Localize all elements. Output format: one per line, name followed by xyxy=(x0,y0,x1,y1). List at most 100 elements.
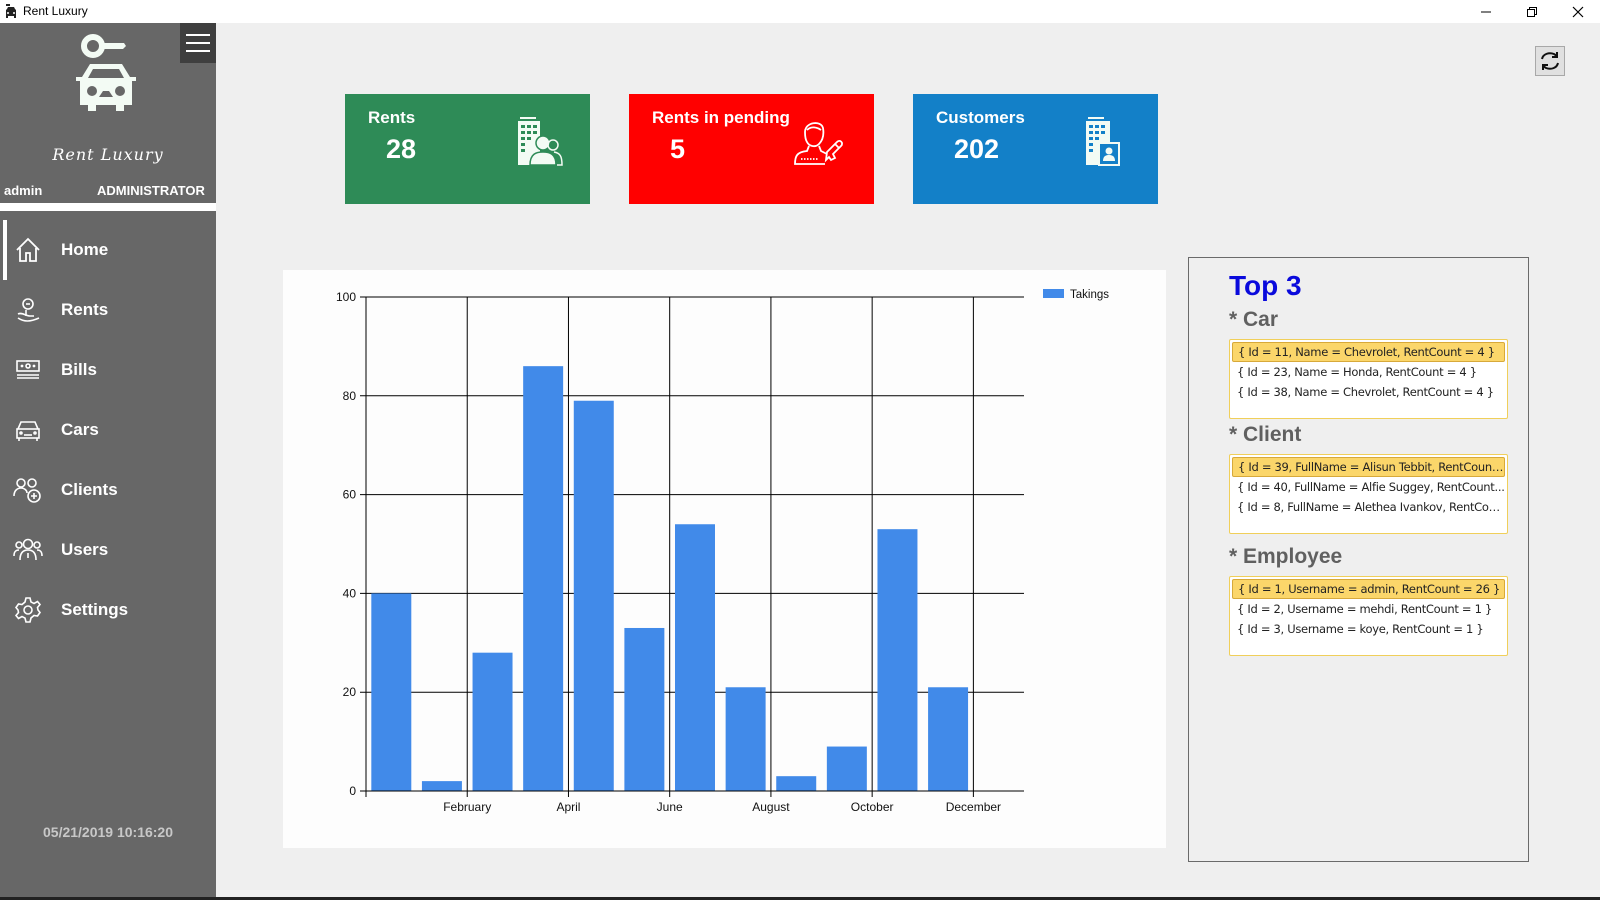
bar-january xyxy=(371,593,412,791)
refresh-icon xyxy=(1541,52,1559,70)
bar-march xyxy=(472,652,513,791)
top3-employee-title: * Employee xyxy=(1229,545,1343,568)
restore-icon xyxy=(1527,6,1537,17)
close-icon xyxy=(1572,6,1584,17)
list-item[interactable]: { Id = 3, Username = koye, RentCount = 1… xyxy=(1232,619,1505,639)
x-tick-label: February xyxy=(443,800,491,814)
y-tick-label: 80 xyxy=(343,389,357,403)
minimize-icon xyxy=(1481,11,1491,12)
bar-december xyxy=(928,687,969,791)
y-tick-label: 100 xyxy=(336,290,356,304)
card-title: Rents in pending xyxy=(652,108,790,127)
x-tick-label: December xyxy=(946,800,1001,814)
hamburger-icon-line xyxy=(186,34,210,36)
building-contact-icon xyxy=(1086,117,1120,166)
card-value: 5 xyxy=(670,134,686,164)
sidebar-item-label: Rents xyxy=(61,300,109,319)
rents-pending-card[interactable]: Rents in pending 5 xyxy=(629,94,874,204)
y-tick-label: 40 xyxy=(343,586,357,600)
list-item[interactable]: { Id = 39, FullName = Alisun Tebbit, Ren… xyxy=(1232,457,1505,477)
x-tick-label: October xyxy=(851,800,894,814)
refresh-button[interactable] xyxy=(1535,46,1565,76)
list-item[interactable]: { Id = 23, Name = Honda, RentCount = 4 } xyxy=(1232,362,1505,382)
x-tick-label: August xyxy=(752,800,790,814)
card-value: 28 xyxy=(386,134,417,164)
x-tick-label: June xyxy=(657,800,683,814)
bar-september xyxy=(776,776,817,791)
sidebar-item-label: Users xyxy=(61,540,109,559)
hamburger-icon-line xyxy=(186,50,210,52)
sidebar-item-rents[interactable]: Rents xyxy=(0,280,216,340)
bar-june xyxy=(624,627,665,791)
x-tick-label: April xyxy=(556,800,580,814)
card-title: Rents xyxy=(368,108,416,127)
list-item[interactable]: { Id = 38, Name = Chevrolet, RentCount =… xyxy=(1232,382,1505,402)
user-role: ADMINISTRATOR xyxy=(97,183,205,198)
sidebar-divider xyxy=(0,203,216,211)
building-people-icon xyxy=(518,117,563,166)
sidebar-item-label: Settings xyxy=(61,600,129,619)
user-name: admin xyxy=(4,183,43,198)
car-icon xyxy=(6,4,16,18)
list-item[interactable]: { Id = 1, Username = admin, RentCount = … xyxy=(1232,579,1505,599)
sidebar-item-settings[interactable]: Settings xyxy=(0,580,216,640)
hand-money-icon xyxy=(12,294,44,326)
bar-august xyxy=(725,687,766,791)
home-icon xyxy=(12,234,44,266)
bar-november xyxy=(877,529,918,791)
legend-swatch xyxy=(1043,289,1064,298)
sidebar-item-users[interactable]: Users xyxy=(0,520,216,580)
bar-october xyxy=(826,746,867,791)
takings-bar-chart: 0 20 40 60 80 100 February April June August Octob… xyxy=(336,289,1109,814)
bar-july xyxy=(675,524,715,791)
card-value: 202 xyxy=(954,134,1000,164)
bar-may xyxy=(573,400,614,791)
y-tick-label: 20 xyxy=(343,685,357,699)
list-item[interactable]: { Id = 40, FullName = Alfie Suggey, Rent… xyxy=(1232,477,1505,497)
top3-panel: Top 3 * Car { Id = 11, Name = Chevrolet,… xyxy=(1188,257,1529,862)
list-item[interactable]: { Id = 2, Username = mehdi, RentCount = … xyxy=(1232,599,1505,619)
card-title: Customers xyxy=(936,108,1025,127)
close-button[interactable] xyxy=(1555,0,1600,23)
hamburger-menu-button[interactable] xyxy=(180,23,216,63)
takings-chart-panel: 0 20 40 60 80 100 February April June August Octob… xyxy=(283,270,1166,848)
window-title: Rent Luxury xyxy=(23,4,88,18)
person-key-icon xyxy=(794,122,843,165)
customers-card[interactable]: Customers 202 xyxy=(913,94,1158,204)
bills-icon xyxy=(12,354,44,386)
bar-february xyxy=(421,781,462,791)
y-tick-label: 60 xyxy=(343,488,357,502)
sidebar-item-label: Home xyxy=(61,240,109,259)
sidebar-item-label: Clients xyxy=(61,480,118,499)
top3-title: Top 3 xyxy=(1229,270,1302,301)
top3-client-title: * Client xyxy=(1229,423,1302,446)
brand-name: Rent Luxury xyxy=(52,145,164,164)
rents-card[interactable]: Rents 28 xyxy=(345,94,590,204)
hamburger-icon-line xyxy=(186,42,210,44)
current-datetime: 05/21/2019 10:16:20 xyxy=(43,824,173,840)
window-titlebar: Rent Luxury xyxy=(0,0,1600,23)
restore-button[interactable] xyxy=(1509,0,1555,23)
add-users-icon xyxy=(12,474,44,506)
top-clients-list[interactable]: { Id = 39, FullName = Alisun Tebbit, Ren… xyxy=(1229,454,1508,534)
y-tick-label: 0 xyxy=(349,784,356,798)
car-icon xyxy=(12,414,44,446)
sidebar-item-home[interactable]: Home xyxy=(0,220,216,280)
list-item[interactable]: { Id = 11, Name = Chevrolet, RentCount =… xyxy=(1232,342,1505,362)
gear-icon xyxy=(12,594,44,626)
sidebar-item-bills[interactable]: Bills xyxy=(0,340,216,400)
sidebar-item-label: Cars xyxy=(61,420,99,439)
top-cars-list[interactable]: { Id = 11, Name = Chevrolet, RentCount =… xyxy=(1229,339,1508,419)
top-employees-list[interactable]: { Id = 1, Username = admin, RentCount = … xyxy=(1229,576,1508,656)
legend-label: Takings xyxy=(1070,289,1109,301)
sidebar-nav: Home Rents Bills Cars Clients Users Sett… xyxy=(0,220,216,640)
minimize-button[interactable] xyxy=(1463,0,1509,23)
bar-april xyxy=(523,366,564,791)
list-item[interactable]: { Id = 8, FullName = Alethea Ivankov, Re… xyxy=(1232,497,1505,517)
top3-car-title: * Car xyxy=(1229,308,1279,331)
users-icon xyxy=(12,534,44,566)
sidebar-item-label: Bills xyxy=(61,360,97,379)
sidebar-item-clients[interactable]: Clients xyxy=(0,460,216,520)
sidebar-item-cars[interactable]: Cars xyxy=(0,400,216,460)
car-key-logo-icon xyxy=(76,34,136,111)
